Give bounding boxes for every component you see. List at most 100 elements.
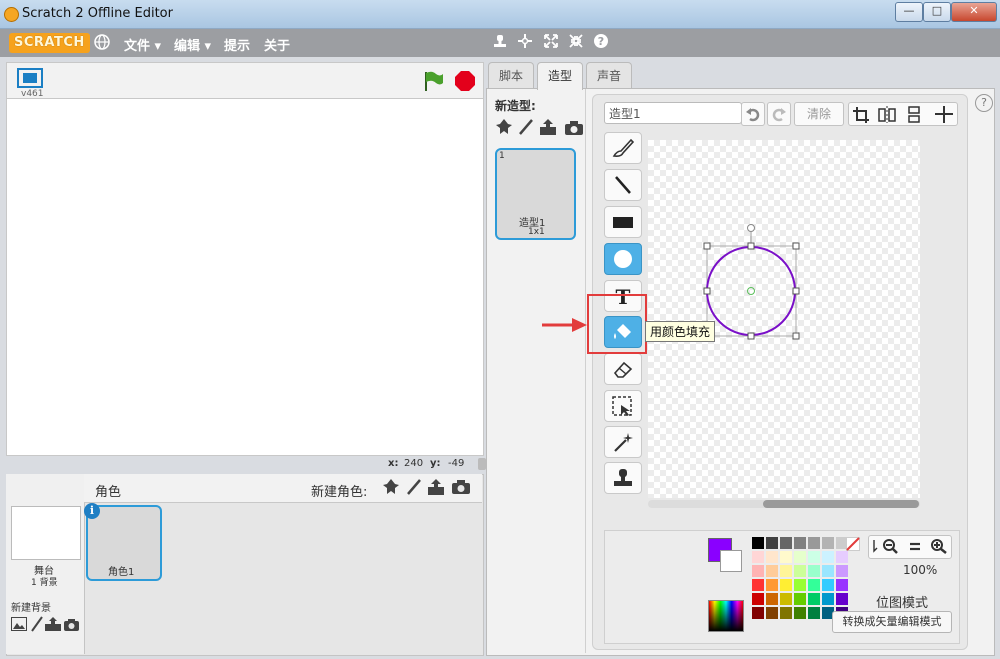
color-swatch[interactable]	[766, 607, 778, 619]
color-swatch[interactable]	[752, 551, 764, 563]
color-swatch[interactable]	[836, 579, 848, 591]
color-swatch[interactable]	[780, 579, 792, 591]
color-swatch[interactable]	[808, 593, 820, 605]
color-swatch[interactable]	[794, 551, 806, 563]
tab-costumes[interactable]: 造型	[537, 62, 584, 90]
color-swatch[interactable]	[808, 537, 820, 549]
stop-icon[interactable]	[454, 70, 476, 95]
color-swatch[interactable]	[808, 579, 820, 591]
redo-button[interactable]	[767, 102, 791, 126]
remove-background-tool[interactable]	[604, 426, 642, 458]
ellipse-tool[interactable]	[604, 243, 642, 275]
secondary-color-swatch[interactable]	[720, 550, 742, 572]
tab-sounds[interactable]: 声音	[586, 62, 633, 89]
horizontal-scrollbar-thumb[interactable]	[763, 500, 919, 508]
green-flag-icon[interactable]	[422, 70, 444, 95]
costume-library-icon[interactable]	[495, 118, 513, 139]
paint-costume-icon[interactable]	[517, 118, 535, 139]
upload-sprite-icon[interactable]	[426, 478, 446, 499]
choose-sprite-from-library-icon[interactable]	[382, 478, 400, 499]
duplicate-stamp-icon[interactable]	[490, 33, 510, 53]
color-swatch[interactable]	[766, 551, 778, 563]
crop-icon[interactable]	[848, 102, 875, 124]
color-swatch[interactable]	[836, 565, 848, 577]
color-swatch[interactable]	[822, 537, 834, 549]
brush-tool[interactable]	[604, 132, 642, 164]
color-swatch[interactable]	[794, 537, 806, 549]
color-swatch[interactable]	[780, 565, 792, 577]
upload-backdrop-icon[interactable]	[44, 616, 62, 635]
color-swatch[interactable]	[794, 579, 806, 591]
rectangle-tool[interactable]	[604, 206, 642, 238]
camera-sprite-icon[interactable]	[451, 479, 471, 498]
color-swatch[interactable]	[766, 537, 778, 549]
color-swatch[interactable]	[752, 593, 764, 605]
color-swatch[interactable]	[766, 565, 778, 577]
camera-costume-icon[interactable]	[564, 120, 584, 139]
color-swatch[interactable]	[822, 593, 834, 605]
grow-icon[interactable]	[541, 33, 561, 53]
flip-horizontal-icon[interactable]	[876, 102, 903, 124]
menu-about[interactable]: 关于	[264, 35, 290, 54]
scratch-logo[interactable]: SCRATCH	[9, 33, 90, 53]
menu-edit[interactable]: 编辑 ▾	[174, 35, 211, 54]
stamp-tool[interactable]	[604, 462, 642, 494]
collapse-stage-handle[interactable]	[478, 458, 486, 470]
select-tool[interactable]	[604, 390, 642, 422]
editor-help-button[interactable]: ?	[975, 94, 993, 112]
menu-tips[interactable]: 提示	[224, 35, 250, 54]
costume-name-input[interactable]	[604, 102, 742, 124]
camera-backdrop-icon[interactable]	[63, 618, 80, 635]
convert-to-vector-button[interactable]: 转换成矢量编辑模式	[832, 611, 952, 633]
color-swatch[interactable]	[752, 537, 764, 549]
maximize-button[interactable]: □	[923, 2, 951, 22]
help-icon[interactable]: ?	[591, 33, 611, 53]
flip-vertical-icon[interactable]	[903, 102, 930, 124]
zoom-reset-icon[interactable]	[908, 540, 922, 555]
line-tool[interactable]	[604, 169, 642, 201]
color-swatch[interactable]	[752, 579, 764, 591]
stage-thumbnail[interactable]	[11, 506, 81, 560]
color-swatch[interactable]	[822, 551, 834, 563]
paint-new-sprite-icon[interactable]	[405, 478, 423, 499]
color-swatch[interactable]	[780, 593, 792, 605]
selected-ellipse[interactable]	[648, 140, 920, 498]
backdrop-library-icon[interactable]	[11, 617, 27, 634]
close-button[interactable]: ✕	[951, 2, 997, 22]
zoom-in-icon[interactable]	[930, 538, 948, 557]
tab-scripts[interactable]: 脚本	[488, 62, 535, 89]
stage-canvas[interactable]	[6, 98, 484, 456]
eraser-tool[interactable]	[604, 353, 642, 385]
set-costume-center-icon[interactable]	[930, 102, 956, 124]
color-swatch[interactable]	[808, 607, 820, 619]
color-swatch[interactable]	[822, 565, 834, 577]
color-swatch[interactable]	[752, 565, 764, 577]
globe-icon[interactable]	[92, 33, 112, 53]
delete-scissors-icon[interactable]	[515, 33, 535, 53]
zoom-out-icon[interactable]	[871, 538, 899, 557]
shrink-icon[interactable]	[566, 33, 586, 53]
color-swatch[interactable]	[780, 537, 792, 549]
color-swatch[interactable]	[780, 607, 792, 619]
color-swatch[interactable]	[822, 579, 834, 591]
color-swatch[interactable]	[752, 607, 764, 619]
color-swatch[interactable]	[808, 551, 820, 563]
upload-costume-icon[interactable]	[538, 118, 558, 139]
color-swatch[interactable]	[766, 579, 778, 591]
undo-button[interactable]	[741, 102, 765, 126]
color-swatch[interactable]	[808, 565, 820, 577]
menu-file[interactable]: 文件 ▾	[124, 35, 161, 54]
fullscreen-icon[interactable]	[17, 68, 43, 91]
color-swatch[interactable]	[794, 565, 806, 577]
color-swatch[interactable]	[766, 593, 778, 605]
color-picker-gradient[interactable]	[708, 600, 744, 632]
color-swatch[interactable]	[794, 593, 806, 605]
drawing-canvas[interactable]	[648, 140, 920, 498]
no-color-swatch[interactable]	[846, 537, 860, 554]
color-swatch[interactable]	[780, 551, 792, 563]
clear-button[interactable]: 清除	[794, 102, 844, 126]
sprite-info-icon[interactable]: i	[84, 503, 100, 519]
color-swatch[interactable]	[794, 607, 806, 619]
minimize-button[interactable]: —	[895, 2, 923, 22]
color-swatch[interactable]	[836, 593, 848, 605]
